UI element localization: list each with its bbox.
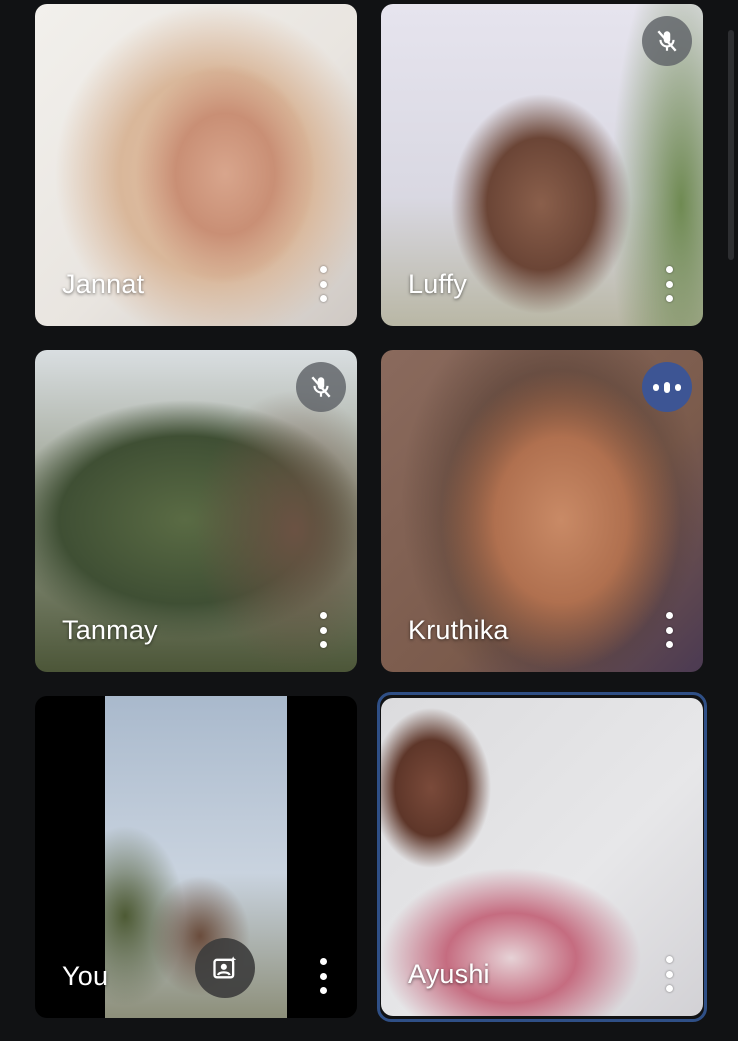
participant-name: Ayushi: [408, 959, 490, 989]
participant-name: Jannat: [62, 269, 145, 299]
more-options-icon[interactable]: [665, 266, 673, 302]
participant-tile-tanmay[interactable]: Tanmay: [35, 350, 357, 672]
participant-tile-self[interactable]: You: [35, 696, 357, 1018]
participant-name: You: [62, 961, 109, 991]
audio-level-icon: [642, 362, 692, 412]
participant-tile-jannat[interactable]: Jannat: [35, 4, 357, 326]
participant-tile-kruthika[interactable]: Kruthika: [381, 350, 703, 672]
scrollbar[interactable]: [728, 30, 734, 260]
participant-name: Tanmay: [62, 615, 158, 645]
more-options-icon[interactable]: [665, 612, 673, 648]
more-options-icon[interactable]: [319, 612, 327, 648]
more-options-icon[interactable]: [319, 958, 327, 994]
mic-off-icon: [642, 16, 692, 66]
mic-off-icon: [296, 362, 346, 412]
visual-effects-icon[interactable]: [195, 938, 255, 998]
participant-tile-ayushi[interactable]: Ayushi: [381, 698, 703, 1016]
participant-tile-luffy[interactable]: Luffy: [381, 4, 703, 326]
participant-name: Luffy: [408, 269, 468, 299]
more-options-icon[interactable]: [665, 956, 673, 992]
more-options-icon[interactable]: [319, 266, 327, 302]
participant-name: Kruthika: [408, 615, 509, 645]
